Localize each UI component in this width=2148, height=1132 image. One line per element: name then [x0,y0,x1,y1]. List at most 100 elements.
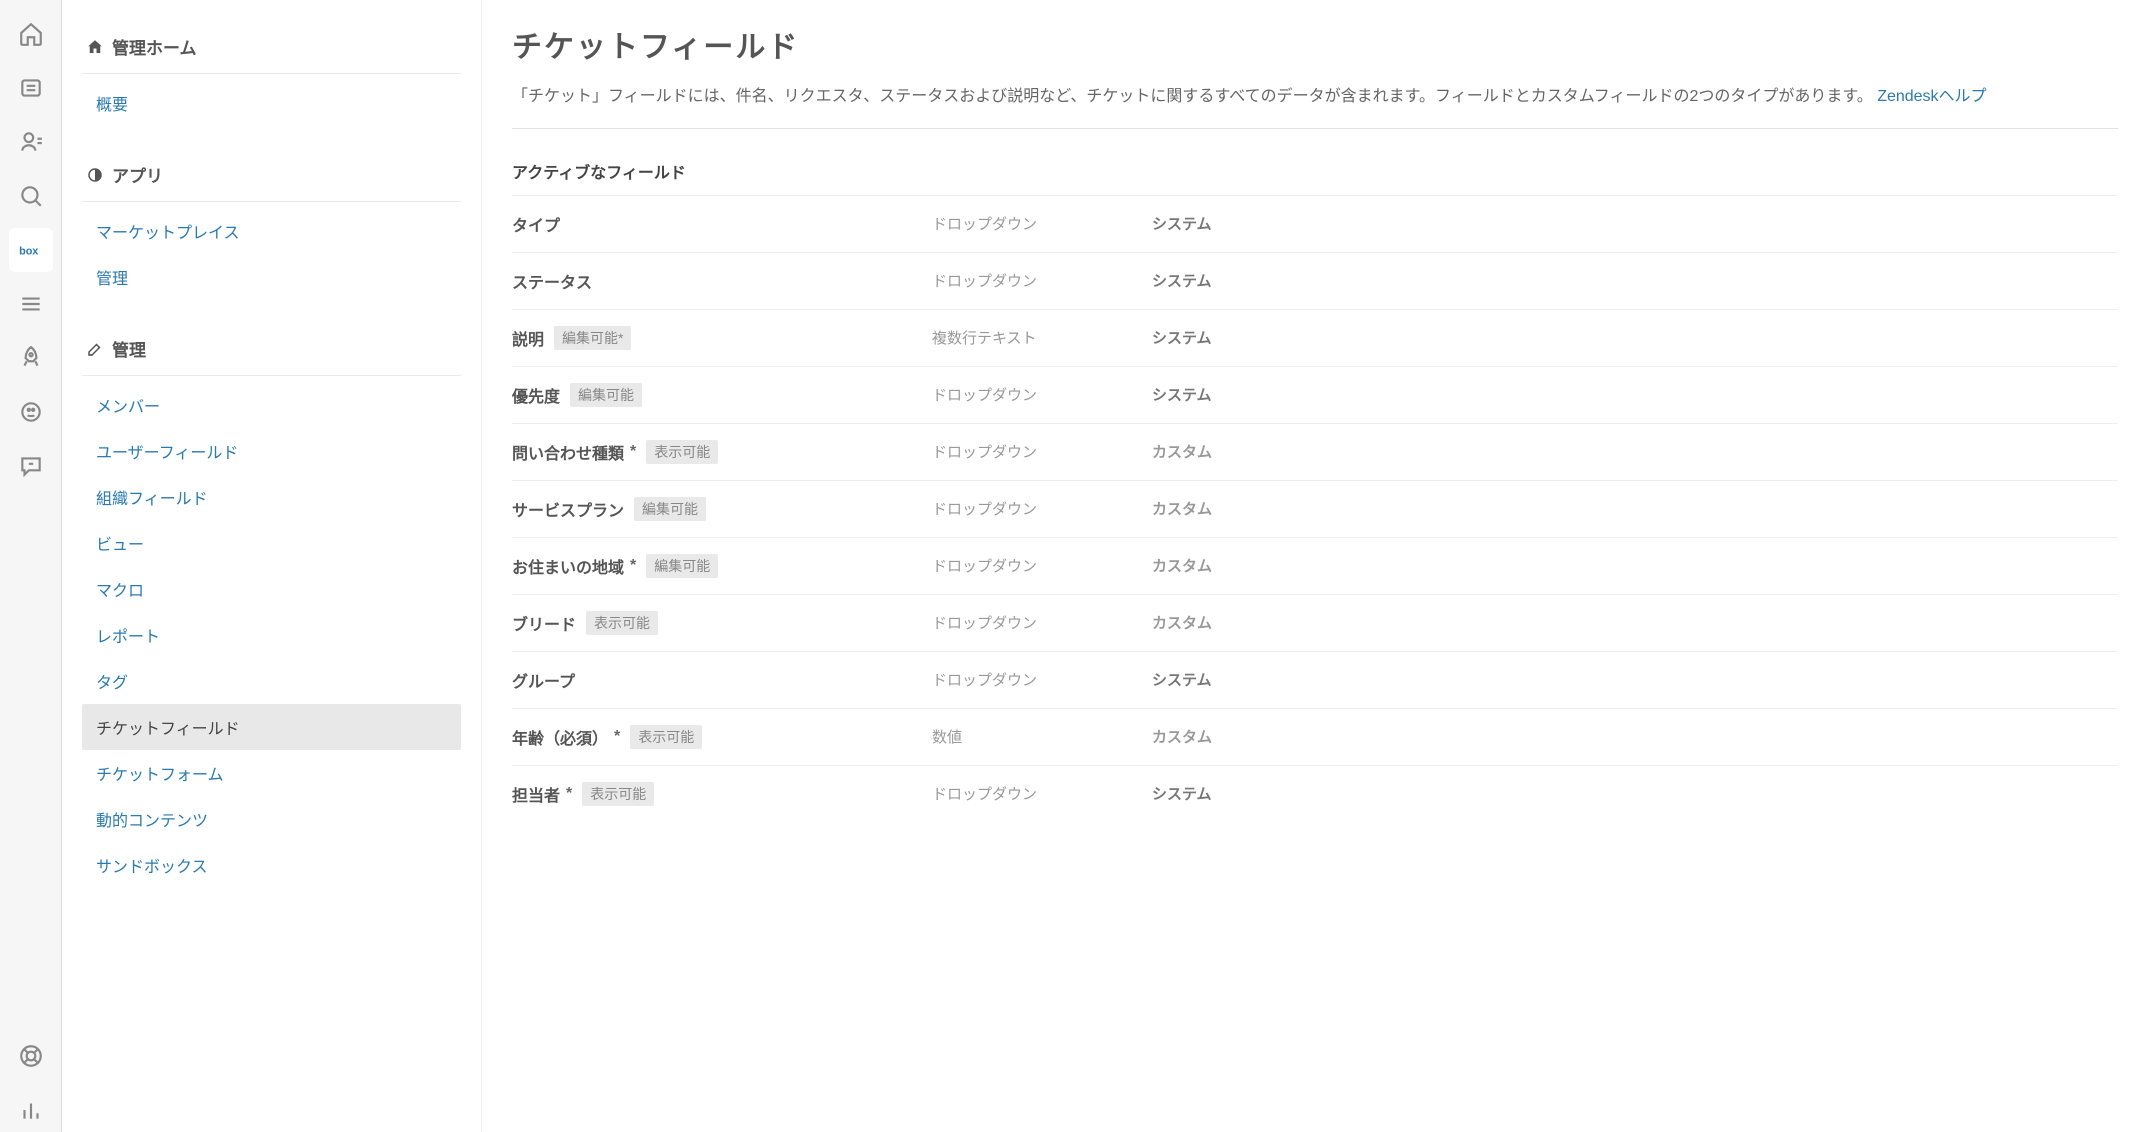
field-row[interactable]: 年齢（必須） * 表示可能数値カスタム [512,708,2118,765]
field-type-cell: ドロップダウン [932,612,1152,633]
edit-icon [86,340,104,358]
svg-text:box: box [19,245,38,257]
box-app-icon[interactable]: box [9,228,53,272]
desc-text: 「チケット」フィールドには、件名、リクエスタ、ステータスおよび説明など、チケット… [512,88,1877,105]
field-source-cell: カスタム [1152,498,2118,519]
field-source-cell: カスタム [1152,555,2118,576]
help-link[interactable]: Zendeskヘルプ [1877,88,1986,105]
field-type-cell: ドロップダウン [932,555,1152,576]
manage-header-label: 管理 [112,336,146,361]
nav-manage-item[interactable]: チケットフィールド [82,704,461,750]
field-type-cell: ドロップダウン [932,669,1152,690]
field-name-label: グループ [512,668,575,692]
field-row[interactable]: ブリード表示可能ドロップダウンカスタム [512,594,2118,651]
nav-apps-item[interactable]: マーケットプレイス [82,208,461,254]
field-source-cell: システム [1152,384,2118,405]
admin-home-header[interactable]: 管理ホーム [82,20,461,74]
icon-rail: box [0,0,62,1132]
nav-apps-item[interactable]: 管理 [82,254,461,300]
views-icon[interactable] [9,66,53,110]
field-name-cell: ブリード表示可能 [512,611,932,635]
rocket-icon[interactable] [9,336,53,380]
field-type-cell: ドロップダウン [932,783,1152,804]
nav-manage-item[interactable]: マクロ [82,566,461,612]
menu-icon[interactable] [9,282,53,326]
required-marker: * [614,728,620,746]
nav-overview[interactable]: 概要 [82,80,461,126]
field-type-cell: 複数行テキスト [932,327,1152,348]
nav-manage-item[interactable]: 動的コンテンツ [82,796,461,842]
nav-manage-item[interactable]: チケットフォーム [82,750,461,796]
field-row[interactable]: ステータスドロップダウンシステム [512,252,2118,309]
field-source-cell: カスタム [1152,441,2118,462]
field-row[interactable]: 担当者 * 表示可能ドロップダウンシステム [512,765,2118,822]
field-name-label: お住まいの地域 [512,554,624,578]
customers-icon[interactable] [9,120,53,164]
field-type-cell: ドロップダウン [932,213,1152,234]
nav-manage-item[interactable]: ユーザーフィールド [82,428,461,474]
field-row[interactable]: 説明編集可能*複数行テキストシステム [512,309,2118,366]
field-badge: 表示可能 [646,440,718,464]
field-row[interactable]: お住まいの地域 * 編集可能ドロップダウンカスタム [512,537,2118,594]
chat-icon[interactable] [9,444,53,488]
field-name-label: 担当者 [512,782,560,806]
home-filled-icon [86,38,104,56]
field-name-cell: 年齢（必須） * 表示可能 [512,725,932,749]
nav-manage-item[interactable]: ビュー [82,520,461,566]
field-badge: 編集可能 [570,383,642,407]
search-icon[interactable] [9,174,53,218]
nav-manage-item[interactable]: タグ [82,658,461,704]
nav-manage-item[interactable]: サンドボックス [82,842,461,888]
field-type-cell: 数値 [932,726,1152,747]
mailchimp-icon[interactable] [9,390,53,434]
required-marker: * [630,443,636,461]
field-name-label: 優先度 [512,383,560,407]
field-name-label: ブリード [512,611,576,635]
field-row[interactable]: 問い合わせ種類 * 表示可能ドロップダウンカスタム [512,423,2118,480]
field-row[interactable]: グループ ドロップダウンシステム [512,651,2118,708]
field-name-cell: タイプ [512,212,932,236]
field-badge: 表示可能 [582,782,654,806]
nav-manage-item[interactable]: 組織フィールド [82,474,461,520]
field-name-cell: お住まいの地域 * 編集可能 [512,554,932,578]
contrast-icon [86,166,104,184]
field-row[interactable]: サービスプラン編集可能ドロップダウンカスタム [512,480,2118,537]
field-name-cell: 優先度編集可能 [512,383,932,407]
help-icon[interactable] [9,1034,53,1078]
field-name-label: 説明 [512,326,544,350]
page-description: 「チケット」フィールドには、件名、リクエスタ、ステータスおよび説明など、チケット… [512,84,2118,129]
field-name-cell: グループ [512,668,932,692]
nav-manage-item[interactable]: レポート [82,612,461,658]
field-name-cell: 担当者 * 表示可能 [512,782,932,806]
field-source-cell: カスタム [1152,726,2118,747]
field-badge: 編集可能 [646,554,718,578]
field-type-cell: ドロップダウン [932,384,1152,405]
manage-header[interactable]: 管理 [82,322,461,376]
admin-sidebar: 管理ホーム 概要 アプリ マーケットプレイス管理 管理 メンバーユーザーフィール… [62,0,482,1132]
field-badge: 表示可能 [630,725,702,749]
field-row[interactable]: タイプ ドロップダウンシステム [512,195,2118,252]
active-fields-header: アクティブなフィールド [512,139,2118,195]
field-type-cell: ドロップダウン [932,498,1152,519]
home-icon[interactable] [9,12,53,56]
field-badge: 編集可能* [554,326,631,350]
field-name-cell: サービスプラン編集可能 [512,497,932,521]
field-name-label: タイプ [512,212,560,236]
field-source-cell: システム [1152,213,2118,234]
reports-icon[interactable] [9,1088,53,1132]
required-marker: * [630,557,636,575]
field-name-label: ステータス [512,269,592,293]
apps-header[interactable]: アプリ [82,148,461,202]
nav-manage-item[interactable]: メンバー [82,382,461,428]
field-badge: 表示可能 [586,611,658,635]
main-content: チケットフィールド 「チケット」フィールドには、件名、リクエスタ、ステータスおよ… [482,0,2148,1132]
field-row[interactable]: 優先度編集可能ドロップダウンシステム [512,366,2118,423]
field-source-cell: システム [1152,669,2118,690]
manage-nav-list: メンバーユーザーフィールド組織フィールドビューマクロレポートタグチケットフィール… [82,376,461,910]
field-name-cell: 説明編集可能* [512,326,932,350]
apps-header-label: アプリ [112,162,163,187]
field-table: タイプドロップダウンシステムステータスドロップダウンシステム説明編集可能*複数行… [512,195,2118,822]
field-source-cell: システム [1152,783,2118,804]
page-title: チケットフィールド [512,22,2118,66]
field-name-label: 年齢（必須） [512,725,608,749]
